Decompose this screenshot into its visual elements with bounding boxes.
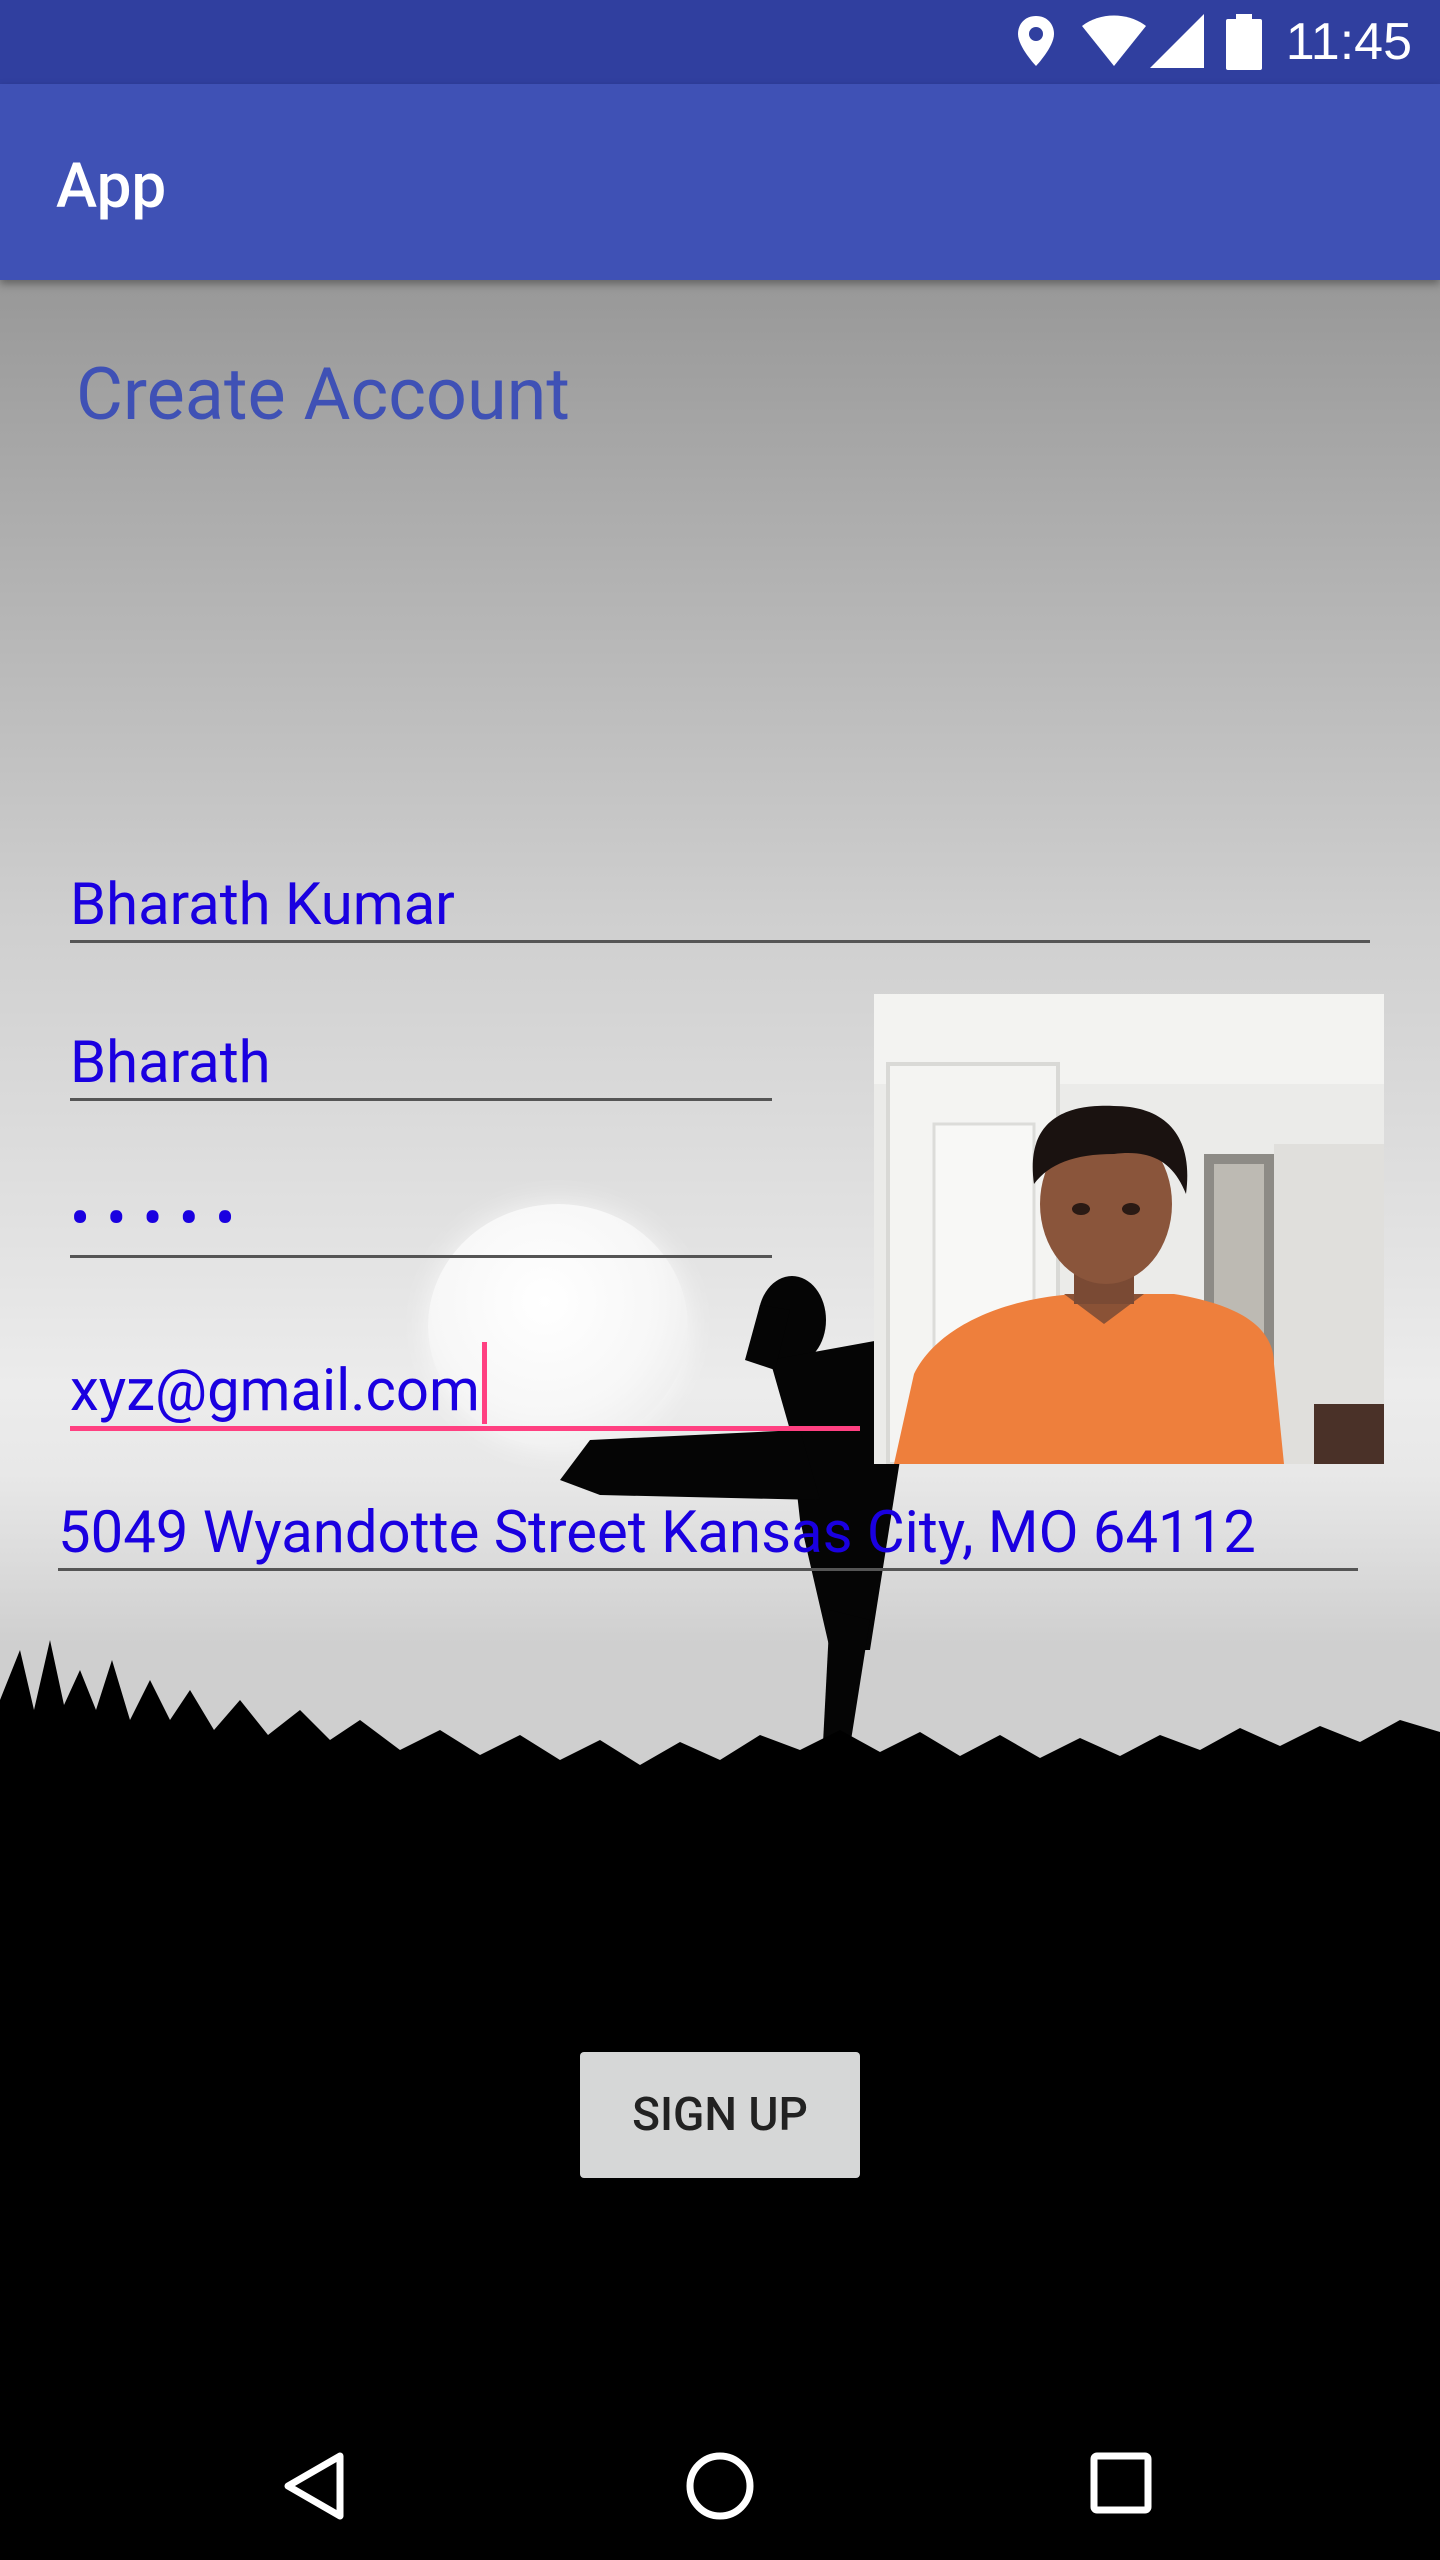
email-value: xyz@gmail.com [70, 1357, 480, 1425]
recents-icon[interactable] [1086, 2450, 1158, 2522]
battery-icon [1226, 14, 1262, 70]
sign-up-button[interactable]: SIGN UP [580, 2052, 860, 2178]
email-field[interactable]: xyz@gmail.com [70, 1342, 860, 1431]
navigation-bar [0, 2410, 1440, 2560]
page-heading: Create Account [76, 352, 570, 437]
back-icon[interactable] [280, 2450, 350, 2522]
password-field[interactable]: ••••• [70, 1184, 772, 1258]
app-bar: App [0, 84, 1440, 280]
signal-icon [1150, 14, 1204, 68]
profile-photo[interactable] [874, 994, 1384, 1464]
text-cursor [481, 1342, 487, 1424]
full-name-field[interactable]: Bharath Kumar [70, 870, 1370, 943]
signup-form-screen: Create Account Bharath Kumar Bharath •••… [0, 280, 1440, 2410]
address-field[interactable]: 5049 Wyandotte Street Kansas City, MO 64… [58, 1498, 1358, 1571]
password-value: ••••• [70, 1183, 252, 1254]
wifi-icon [1082, 15, 1146, 66]
full-name-value: Bharath Kumar [70, 871, 455, 939]
app-title: App [56, 150, 167, 223]
profile-photo-image [874, 994, 1384, 1464]
home-icon[interactable] [680, 2450, 760, 2530]
status-bar: 11:45 [0, 0, 1440, 84]
username-field[interactable]: Bharath [70, 1028, 772, 1101]
status-time: 11:45 [1285, 13, 1412, 71]
address-value: 5049 Wyandotte Street Kansas City, MO 64… [58, 1499, 1256, 1567]
location-icon [1018, 16, 1054, 66]
username-value: Bharath [70, 1029, 271, 1097]
